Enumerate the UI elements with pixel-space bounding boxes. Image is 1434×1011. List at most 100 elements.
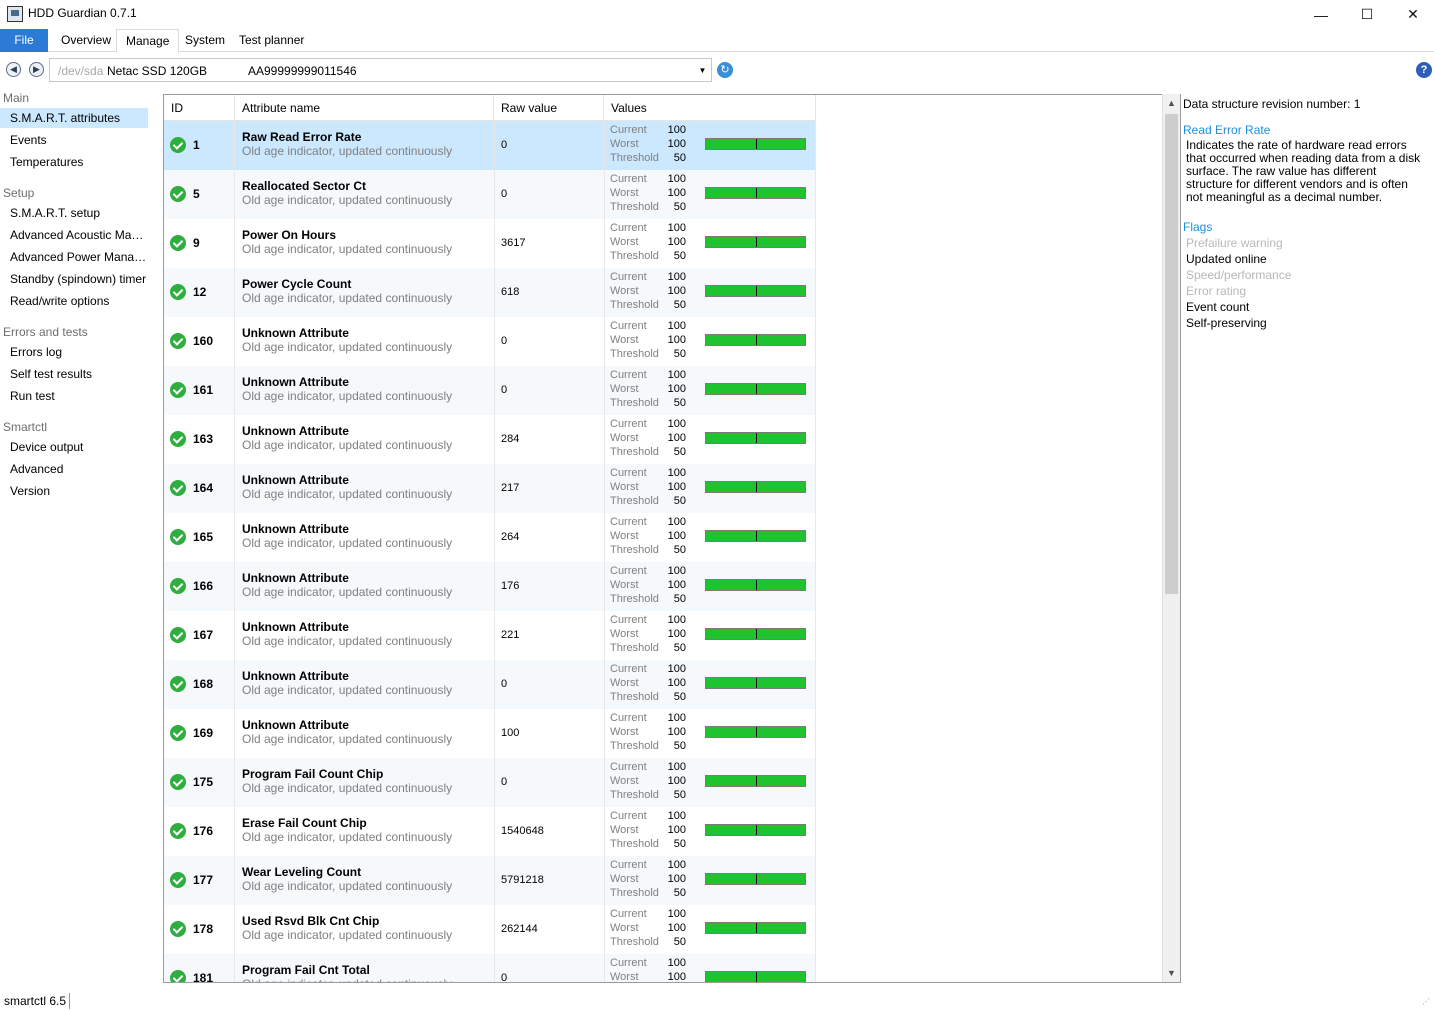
scroll-up-icon[interactable]: ▲ <box>1163 94 1180 112</box>
table-row[interactable]: 163 Unknown Attribute Old age indicator, u… <box>164 415 816 464</box>
attribute-id: 12 <box>193 285 207 299</box>
table-row[interactable]: 1 Raw Read Error Rate Old age indicator, u… <box>164 121 816 170</box>
column-divider <box>815 660 816 709</box>
table-row[interactable]: 168 Unknown Attribute Old age indicator, u… <box>164 660 816 709</box>
vertical-scrollbar[interactable]: ▲ ▼ <box>1162 94 1180 982</box>
tab-system[interactable]: System <box>176 29 234 52</box>
minimize-button[interactable]: — <box>1298 0 1344 29</box>
column-divider <box>815 317 816 366</box>
sidebar-item-events[interactable]: Events <box>0 130 148 150</box>
column-header-values[interactable]: Values <box>604 95 816 121</box>
attribute-name: Power Cycle Count <box>242 277 352 291</box>
sidebar-item-temperatures[interactable]: Temperatures <box>0 152 148 172</box>
table-row[interactable]: 178 Used Rsvd Blk Cnt Chip Old age indicat… <box>164 905 816 954</box>
table-row[interactable]: 161 Unknown Attribute Old age indicator, u… <box>164 366 816 415</box>
column-divider <box>494 758 495 807</box>
table-row[interactable]: 169 Unknown Attribute Old age indicator, u… <box>164 709 816 758</box>
device-model: Netac SSD 120GB <box>107 64 208 78</box>
help-icon[interactable]: ? <box>1416 62 1432 78</box>
table-row[interactable]: 167 Unknown Attribute Old age indicator, u… <box>164 611 816 660</box>
table-row[interactable]: 9 Power On Hours Old age indicator, update… <box>164 219 816 268</box>
column-divider <box>604 366 605 415</box>
attribute-id: 163 <box>193 432 214 446</box>
scroll-down-icon[interactable]: ▼ <box>1163 964 1180 982</box>
value-bar <box>705 726 806 738</box>
device-selector[interactable]: /dev/sda Netac SSD 120GB AA9999999901154… <box>49 58 712 82</box>
sidebar-item-smart-setup[interactable]: S.M.A.R.T. setup <box>0 203 148 223</box>
column-divider <box>815 807 816 856</box>
sidebar-item-acoustic[interactable]: Advanced Acoustic Mana... <box>0 225 148 245</box>
column-header-name[interactable]: Attribute name <box>235 95 494 121</box>
table-row[interactable]: 181 Program Fail Cnt TotalOld age indicat… <box>164 954 816 982</box>
maximize-button[interactable]: ☐ <box>1344 0 1390 29</box>
attribute-type: Old age indicator, updated continuously <box>242 340 453 354</box>
table-row[interactable]: 160 Unknown Attribute Old age indicator, u… <box>164 317 816 366</box>
sidebar-item-errors-log[interactable]: Errors log <box>0 342 148 362</box>
column-divider <box>234 219 235 268</box>
current-value: 100 <box>667 614 686 626</box>
sidebar-item-standby[interactable]: Standby (spindown) timer <box>0 269 148 289</box>
status-bar: smartctl 6.5 ⋰ <box>0 990 1434 1011</box>
column-divider <box>234 170 235 219</box>
sidebar-item-self-test-results[interactable]: Self test results <box>0 364 148 384</box>
column-header-id[interactable]: ID <box>164 95 235 121</box>
attribute-type: Old age indicator, updated continuously <box>242 732 453 746</box>
flag-item: Updated online <box>1186 252 1267 266</box>
table-row[interactable]: 165 Unknown Attribute Old age indicator, u… <box>164 513 816 562</box>
worst-label: Worst <box>610 285 639 297</box>
column-header-raw[interactable]: Raw value <box>494 95 604 121</box>
column-divider <box>494 856 495 905</box>
table-row[interactable]: 177 Wear Leveling Count Old age indicator,… <box>164 856 816 905</box>
raw-value: 0 <box>501 139 508 151</box>
resize-grip-icon[interactable]: ⋰ <box>1422 998 1432 1009</box>
column-divider <box>604 562 605 611</box>
scroll-thumb[interactable] <box>1165 114 1178 594</box>
threshold-marker <box>756 237 757 247</box>
table-row[interactable]: 12 Power Cycle Count Old age indicator, up… <box>164 268 816 317</box>
threshold-marker <box>756 972 757 982</box>
worst-label: Worst <box>610 383 639 395</box>
attribute-type: Old age indicator, updated continuously <box>242 683 453 697</box>
current-label: Current <box>610 467 647 479</box>
table-row[interactable]: 175 Program Fail Count Chip Old age indica… <box>164 758 816 807</box>
attribute-type: Old age indicator, updated continuously <box>242 781 453 795</box>
worst-label: Worst <box>610 481 639 493</box>
attribute-name: Program Fail Count Chip <box>242 767 384 781</box>
tab-file[interactable]: File <box>0 29 48 52</box>
sidebar-item-version[interactable]: Version <box>0 481 148 501</box>
refresh-icon[interactable]: ↻ <box>717 62 733 78</box>
sidebar-section-main: Main <box>3 91 30 105</box>
sidebar-item-power[interactable]: Advanced Power Manag... <box>0 247 148 267</box>
chevron-down-icon[interactable]: ▼ <box>694 59 711 81</box>
tab-overview[interactable]: Overview <box>52 29 120 52</box>
table-row[interactable]: 176 Erase Fail Count Chip Old age indicato… <box>164 807 816 856</box>
table-row[interactable]: 166 Unknown Attribute Old age indicator, u… <box>164 562 816 611</box>
worst-label: Worst <box>610 873 639 885</box>
threshold-label: Threshold <box>610 152 659 164</box>
table-row[interactable]: 5 Reallocated Sector Ct Old age indicator,… <box>164 170 816 219</box>
status-ok-icon <box>170 186 186 202</box>
threshold-value: 50 <box>673 740 686 752</box>
tab-manage[interactable]: Manage <box>116 29 180 53</box>
attribute-type: Old age indicator, updated continuously <box>242 977 452 982</box>
column-divider <box>815 856 816 905</box>
attribute-type: Old age indicator, updated continuously <box>242 193 453 207</box>
sidebar-item-readwrite[interactable]: Read/write options <box>0 291 148 311</box>
sidebar-item-smart-attributes[interactable]: S.M.A.R.T. attributes <box>0 108 148 128</box>
sidebar-item-run-test[interactable]: Run test <box>0 386 148 406</box>
close-button[interactable]: ✕ <box>1390 0 1434 29</box>
column-divider <box>815 268 816 317</box>
back-arrow-icon[interactable]: ◀ <box>6 62 21 77</box>
raw-value: 284 <box>501 433 520 445</box>
sidebar-item-device-output[interactable]: Device output <box>0 437 148 457</box>
tab-test-planner[interactable]: Test planner <box>230 29 313 52</box>
worst-label: Worst <box>610 628 639 640</box>
value-bar <box>705 236 806 248</box>
threshold-label: Threshold <box>610 544 659 556</box>
table-row[interactable]: 164 Unknown Attribute Old age indicator, u… <box>164 464 816 513</box>
forward-arrow-icon[interactable]: ▶ <box>29 62 44 77</box>
device-bar: ◀ ▶ /dev/sda Netac SSD 120GB AA999999990… <box>0 56 1434 84</box>
attribute-type: Old age indicator, updated continuously <box>242 487 453 501</box>
attribute-name: Unknown Attribute <box>242 326 349 340</box>
sidebar-item-advanced[interactable]: Advanced <box>0 459 148 479</box>
